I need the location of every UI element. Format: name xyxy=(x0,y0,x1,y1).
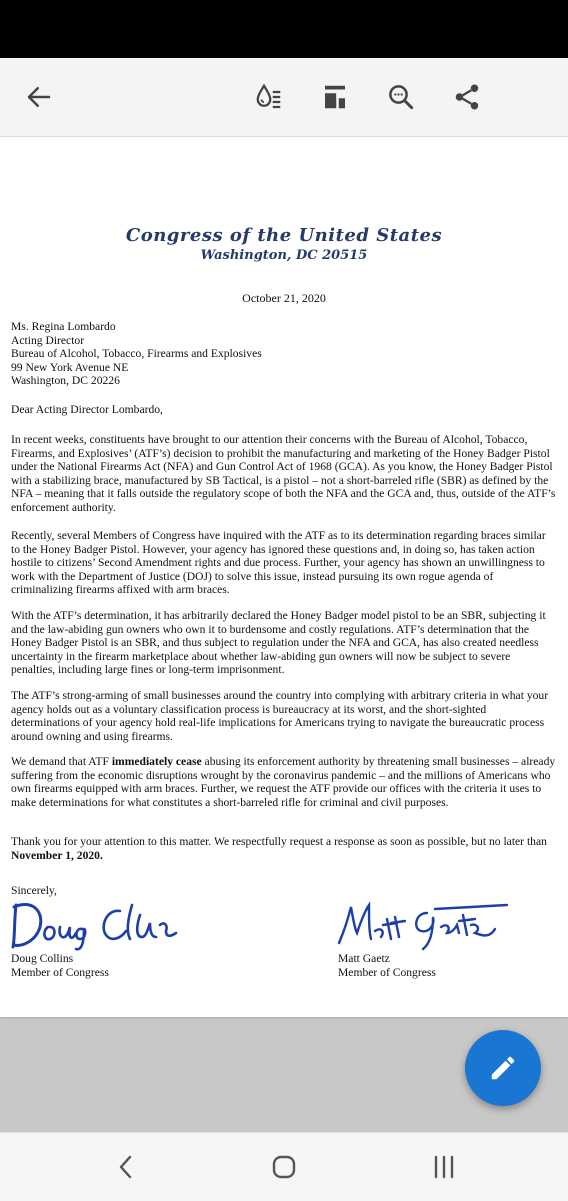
p6-text: Thank you for your attention to this mat… xyxy=(11,835,547,848)
paragraph-2: Recently, several Members of Congress ha… xyxy=(11,529,546,597)
nav-home-button[interactable] xyxy=(254,1143,314,1191)
signer-title: Member of Congress xyxy=(11,965,109,979)
signer-name: Matt Gaetz xyxy=(338,952,390,965)
signer-matt-gaetz: Matt Gaetz Member of Congress xyxy=(338,952,436,979)
signer-title: Member of Congress xyxy=(338,965,436,979)
status-bar xyxy=(0,0,568,58)
letterhead: Congress of the United States Washington… xyxy=(0,225,568,263)
address-line: Bureau of Alcohol, Tobacco, Firearms and… xyxy=(11,347,262,361)
signer-doug-collins: Doug Collins Member of Congress xyxy=(11,952,109,979)
home-icon xyxy=(272,1155,296,1179)
chevron-left-icon xyxy=(119,1155,132,1179)
arrow-left-icon xyxy=(27,87,51,107)
p5-text: We demand that ATF xyxy=(11,755,112,768)
system-navigation-bar xyxy=(0,1132,568,1201)
nav-back-button[interactable] xyxy=(96,1143,156,1191)
paragraph-3: With the ATF’s determination, it has arb… xyxy=(11,609,546,677)
back-button[interactable] xyxy=(14,72,64,122)
address-line: Ms. Regina Lombardo xyxy=(11,320,116,333)
p5-emphasis: immediately cease xyxy=(111,755,202,768)
page-layout-icon xyxy=(325,85,345,109)
signer-name: Doug Collins xyxy=(11,952,74,965)
share-button[interactable] xyxy=(442,72,492,122)
pencil-icon xyxy=(491,1056,515,1080)
address-line: Washington, DC 20226 xyxy=(11,374,120,388)
paragraph-1: In recent weeks, constituents have broug… xyxy=(11,433,556,514)
signature-matt-gaetz xyxy=(335,899,510,954)
search-button[interactable] xyxy=(376,72,426,122)
reading-mode-button[interactable] xyxy=(244,72,294,122)
signature-doug-collins xyxy=(10,897,180,952)
address-line: Acting Director xyxy=(11,333,85,347)
recipient-address: Ms. Regina Lombardo Acting Director Bure… xyxy=(11,320,557,388)
p6-deadline: November 1, 2020. xyxy=(11,848,103,862)
app-toolbar xyxy=(0,58,568,137)
share-icon xyxy=(455,84,479,110)
edit-fab-button[interactable] xyxy=(465,1030,541,1106)
nav-recents-button[interactable] xyxy=(414,1143,474,1191)
document-page: Congress of the United States Washington… xyxy=(0,137,568,1017)
drop-lines-icon xyxy=(256,83,281,109)
search-icon xyxy=(389,85,414,110)
page-view-button[interactable] xyxy=(310,72,360,122)
salutation: Dear Acting Director Lombardo, xyxy=(11,403,163,416)
recents-icon xyxy=(434,1155,454,1179)
paragraph-4: The ATF’s strong-arming of small busines… xyxy=(11,689,549,743)
letter-date: October 21, 2020 xyxy=(242,291,326,305)
paragraph-5: We demand that ATF immediately cease abu… xyxy=(11,755,557,809)
address-line: 99 New York Avenue NE xyxy=(11,360,129,374)
closing: Sincerely, xyxy=(11,884,57,897)
letterhead-title: Congress of the United States xyxy=(125,225,443,246)
paragraph-6: Thank you for your attention to this mat… xyxy=(11,835,557,862)
letterhead-subtitle: Washington, DC 20515 xyxy=(200,248,368,263)
